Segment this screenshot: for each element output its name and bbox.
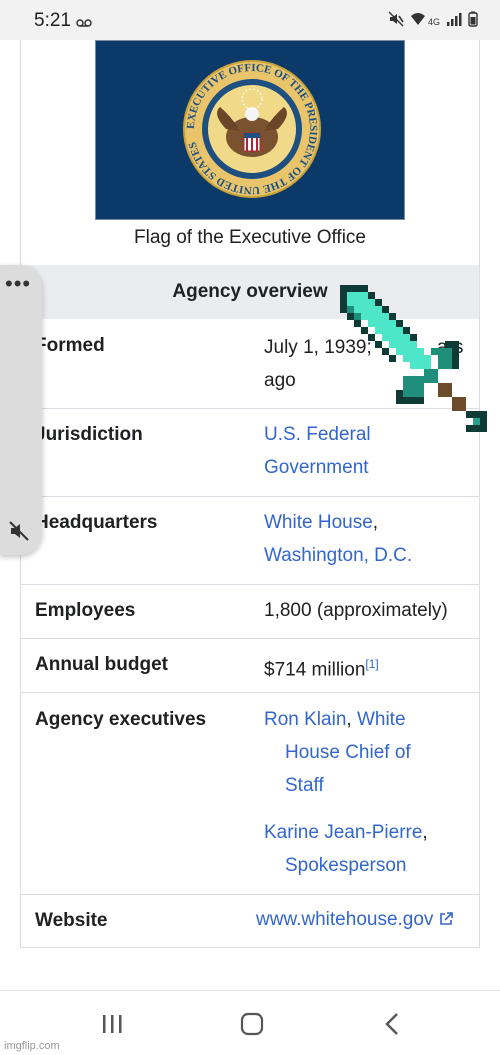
budget-amount: $714 million <box>264 659 366 681</box>
watermark: imgflip.com <box>4 1040 60 1052</box>
link-washington-dc[interactable]: Washington, D.C. <box>264 545 412 566</box>
label-employees: Employees <box>35 600 136 621</box>
budget-reference[interactable]: [1] <box>365 657 378 671</box>
status-time: 5:21 <box>34 10 71 31</box>
label-jurisdiction: Jurisdiction <box>35 424 143 445</box>
executive-entry: Ron Klain, White House Chief of Staff <box>264 703 474 802</box>
link-spokesperson[interactable]: Spokesperson <box>264 849 474 882</box>
signal-icon <box>446 12 462 31</box>
home-button[interactable] <box>237 1009 267 1039</box>
floating-side-panel[interactable]: ••• <box>0 265 42 555</box>
label-formed: Formed <box>35 335 105 356</box>
link-white-house[interactable]: White House <box>264 512 373 533</box>
link-whitehouse-gov[interactable]: www.whitehouse.gov <box>256 909 433 930</box>
value-agency-executives: Ron Klain, White House Chief of Staff Kari… <box>264 703 474 882</box>
executive-entry: Karine Jean-Pierre, Spokesperson <box>264 816 474 882</box>
label-annual-budget: Annual budget <box>35 654 168 675</box>
home-icon <box>240 1012 264 1036</box>
formed-ago: ago <box>264 370 296 391</box>
row-agency-executives: Agency executives Ron Klain, White House … <box>21 692 479 894</box>
row-annual-budget: Annual budget $714 million[1] <box>21 638 479 692</box>
flag-image[interactable]: EXECUTIVE OFFICE OF THE PRESIDENT OF THE… <box>95 40 405 220</box>
hq-separator: , <box>372 512 379 533</box>
more-options-icon[interactable]: ••• <box>5 273 31 295</box>
link-karine-jean-pierre[interactable]: Karine Jean-Pierre <box>264 822 422 843</box>
label-headquarters: Headquarters <box>35 512 158 533</box>
network-type-label: 4G <box>427 16 440 27</box>
back-button[interactable] <box>377 1009 407 1039</box>
recent-apps-button[interactable] <box>97 1009 127 1039</box>
row-headquarters: Headquarters White House, Washington, D.… <box>21 496 479 584</box>
row-website: Website www.whitehouse.gov <box>21 894 479 948</box>
external-link-icon <box>439 912 453 925</box>
presidential-seal-icon: EXECUTIVE OFFICE OF THE PRESIDENT OF THE… <box>183 60 321 198</box>
row-employees: Employees 1,800 (approximately) <box>21 584 479 638</box>
mute-icon <box>388 11 404 32</box>
recent-apps-icon <box>103 1015 122 1033</box>
link-ron-klain[interactable]: Ron Klain <box>264 709 346 730</box>
navigation-bar <box>0 990 500 1055</box>
label-agency-executives: Agency executives <box>35 709 207 730</box>
flag-caption: Flag of the Executive Office <box>134 227 366 248</box>
wifi-icon <box>410 12 426 31</box>
value-headquarters: White House, Washington, D.C. <box>264 506 474 572</box>
value-website: www.whitehouse.gov <box>256 909 453 931</box>
diamond-sword-icon <box>340 285 487 432</box>
mute-toggle-icon[interactable] <box>8 520 30 542</box>
value-employees: 1,800 (approximately) <box>264 600 448 621</box>
back-icon <box>385 1013 398 1035</box>
status-bar: 5:21 4G <box>0 0 500 40</box>
battery-icon <box>468 11 478 32</box>
value-annual-budget: $714 million[1] <box>264 648 474 686</box>
voicemail-icon <box>76 19 92 27</box>
label-website: Website <box>35 910 108 931</box>
